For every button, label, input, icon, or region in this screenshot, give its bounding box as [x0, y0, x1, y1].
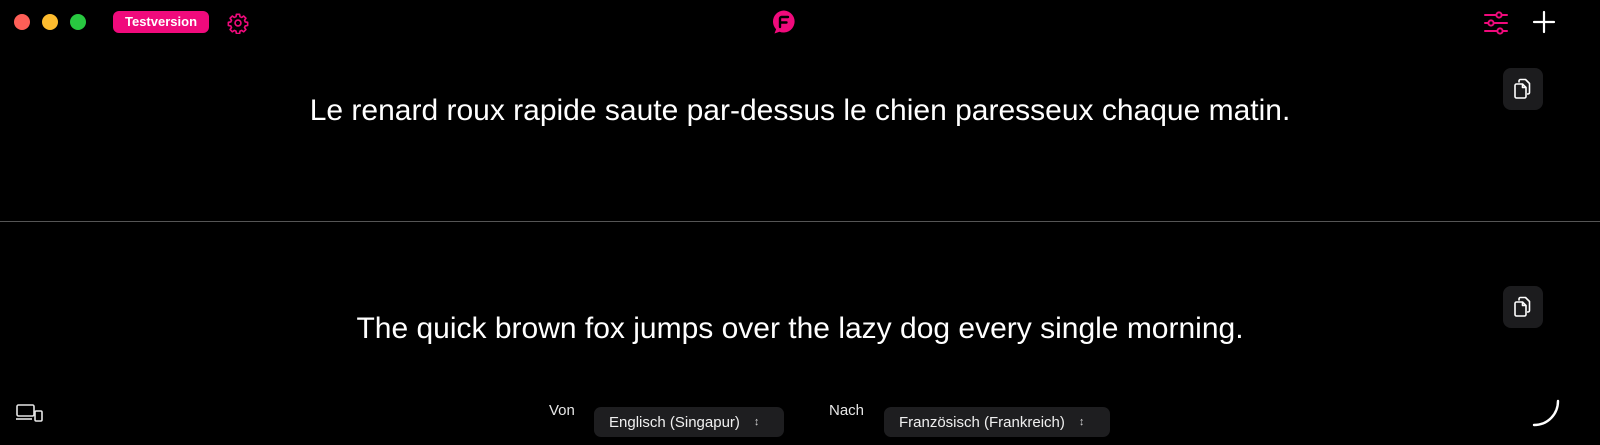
plus-icon[interactable] [1530, 8, 1558, 36]
window-minimize-button[interactable] [42, 14, 58, 30]
spinner-icon [1530, 397, 1562, 429]
devices-icon[interactable] [14, 402, 44, 424]
copy-input-button[interactable] [1503, 286, 1543, 328]
copy-icon [1514, 296, 1531, 317]
pane-divider [0, 221, 1600, 222]
sliders-icon[interactable] [1481, 8, 1511, 38]
copy-output-button[interactable] [1503, 68, 1543, 110]
chevron-updown-icon: ↕ [753, 415, 760, 428]
copy-icon [1514, 78, 1531, 99]
target-language-label: Nach [829, 402, 865, 419]
target-language-select[interactable]: Französisch (Frankreich) ↕ [884, 407, 1110, 437]
source-language-value: Englisch (Singapur) [609, 413, 740, 431]
source-language-select[interactable]: Englisch (Singapur) ↕ [594, 407, 784, 437]
translation-input-text[interactable]: The quick brown fox jumps over the lazy … [0, 312, 1600, 346]
trial-badge[interactable]: Testversion [113, 11, 210, 33]
window-close-button[interactable] [14, 14, 30, 30]
chevron-updown-icon: ↕ [1078, 415, 1085, 428]
window-zoom-button[interactable] [70, 14, 86, 30]
source-language-label: Von [549, 402, 575, 419]
app-logo-icon [770, 8, 798, 36]
gear-icon[interactable] [225, 10, 250, 35]
target-language-value: Französisch (Frankreich) [899, 413, 1065, 431]
translation-output-text: Le renard roux rapide saute par-dessus l… [309, 94, 1291, 127]
